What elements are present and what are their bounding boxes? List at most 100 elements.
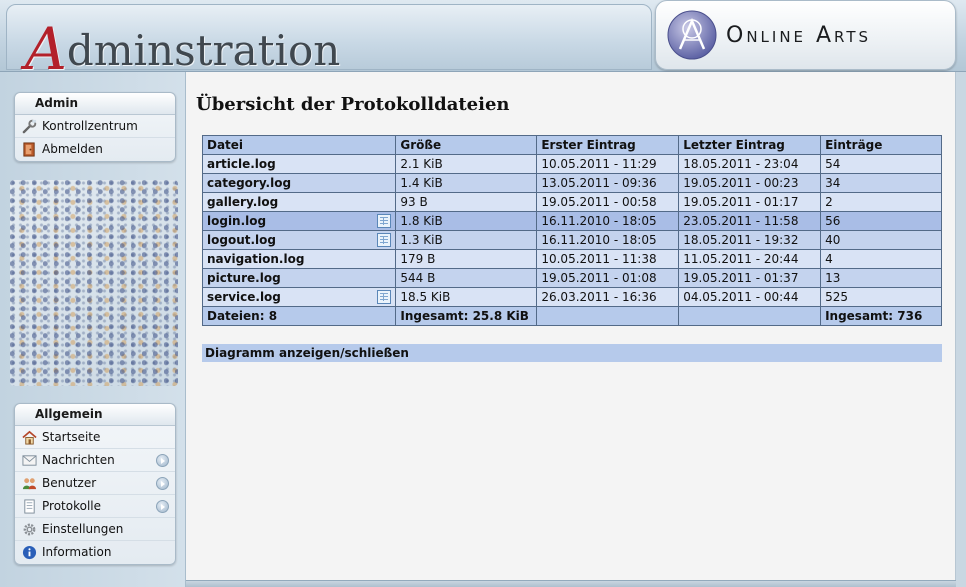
file-name[interactable]: gallery.log [201, 192, 397, 212]
admin-panel-title: Admin [15, 93, 175, 115]
last-entry: 19.05.2011 - 01:37 [678, 268, 822, 288]
file-name[interactable]: category.log [201, 173, 397, 193]
file-cell[interactable]: service.log [201, 287, 397, 307]
column-header-datei[interactable]: Datei [201, 135, 397, 155]
empty-cell [678, 306, 822, 326]
file-name[interactable]: article.log [201, 154, 397, 174]
admin-panel: Admin Kontrollzentrum Abmelden [14, 92, 176, 162]
entries-total: Ingesamt: 736 [820, 306, 942, 326]
first-entry: 10.05.2011 - 11:38 [536, 249, 680, 269]
column-header-eintraege[interactable]: Einträge [820, 135, 942, 155]
admin-title: Adminstration [25, 11, 340, 83]
sidebar-item-label: Nachrichten [42, 453, 115, 467]
entry-count: 54 [820, 154, 942, 174]
document-icon [24, 499, 35, 514]
sidebar-item-abmelden[interactable]: Abmelden [15, 138, 175, 161]
general-panel: Allgemein Startseite Nachrichten Benutze… [14, 403, 176, 565]
home-icon [22, 430, 37, 445]
wrench-icon [22, 119, 37, 134]
file-name: login.log [207, 214, 267, 228]
header-title-area: Adminstration [6, 4, 652, 83]
entry-count: 40 [820, 230, 942, 250]
file-name[interactable]: navigation.log [201, 249, 397, 269]
diagram-toggle-link[interactable]: Diagramm anzeigen/schließen [202, 344, 942, 362]
file-size: 93 B [395, 192, 538, 212]
last-entry: 23.05.2011 - 11:58 [678, 211, 822, 231]
main-content: Übersicht der Protokolldateien Datei Grö… [186, 72, 956, 582]
file-size: 2.1 KiB [395, 154, 538, 174]
online-arts-logo-icon [667, 10, 717, 60]
table-view-icon[interactable] [377, 290, 392, 304]
first-entry: 16.11.2010 - 18:05 [536, 211, 680, 231]
users-icon [22, 478, 37, 490]
last-entry: 19.05.2011 - 00:23 [678, 173, 822, 193]
table-view-icon[interactable] [377, 214, 392, 228]
sidebar-item-kontrollzentrum[interactable]: Kontrollzentrum [15, 115, 175, 138]
empty-cell [536, 306, 680, 326]
table-row[interactable]: logout.log 1.3 KiB 16.11.2010 - 18:05 18… [201, 230, 942, 250]
sidebar-item-nachrichten[interactable]: Nachrichten [15, 449, 175, 472]
arrow-right-icon[interactable] [156, 500, 169, 513]
file-size: 179 B [395, 249, 538, 269]
file-name: service.log [207, 290, 281, 304]
sidebar-item-label: Protokolle [42, 499, 101, 513]
file-cell[interactable]: login.log [201, 211, 397, 231]
log-files-table: Datei Größe Erster Eintrag Letzter Eintr… [201, 135, 942, 326]
table-row[interactable]: login.log 1.8 KiB 16.11.2010 - 18:05 23.… [201, 211, 942, 231]
decorative-image [10, 180, 178, 386]
info-icon [22, 545, 37, 560]
brand-box[interactable]: Online Arts [655, 0, 956, 70]
arrow-right-icon[interactable] [156, 477, 169, 490]
table-row[interactable]: picture.log 544 B 19.05.2011 - 01:08 19.… [201, 268, 942, 288]
arrow-right-icon[interactable] [156, 454, 169, 467]
entry-count: 13 [820, 268, 942, 288]
last-entry: 19.05.2011 - 01:17 [678, 192, 822, 212]
entry-count: 525 [820, 287, 942, 307]
brand-name: Online Arts [726, 23, 872, 48]
table-row[interactable]: gallery.log 93 B 19.05.2011 - 00:58 19.0… [201, 192, 942, 212]
file-size: 544 B [395, 268, 538, 288]
size-total: Ingesamt: 25.8 KiB [395, 306, 538, 326]
sidebar-item-label: Startseite [42, 430, 101, 444]
sidebar-item-einstellungen[interactable]: Einstellungen [15, 518, 175, 541]
files-total: Dateien: 8 [201, 306, 397, 326]
first-entry: 19.05.2011 - 01:08 [536, 268, 680, 288]
footer-strip [186, 580, 956, 587]
general-panel-title: Allgemein [15, 404, 175, 426]
column-header-groesse[interactable]: Größe [395, 135, 538, 155]
file-cell[interactable]: logout.log [201, 230, 397, 250]
sidebar-item-startseite[interactable]: Startseite [15, 426, 175, 449]
column-header-erster-eintrag[interactable]: Erster Eintrag [536, 135, 680, 155]
sidebar-item-label: Einstellungen [42, 522, 124, 536]
gear-icon [23, 523, 36, 536]
column-header-letzter-eintrag[interactable]: Letzter Eintrag [678, 135, 822, 155]
file-size: 1.3 KiB [395, 230, 538, 250]
sidebar-item-label: Information [42, 545, 112, 559]
sidebar-item-label: Kontrollzentrum [42, 119, 138, 133]
entry-count: 4 [820, 249, 942, 269]
first-entry: 19.05.2011 - 00:58 [536, 192, 680, 212]
mail-icon [22, 455, 37, 466]
sidebar-item-benutzer[interactable]: Benutzer [15, 472, 175, 495]
last-entry: 11.05.2011 - 20:44 [678, 249, 822, 269]
sidebar-item-label: Benutzer [42, 476, 97, 490]
sidebar-item-label: Abmelden [42, 142, 103, 156]
sidebar-item-information[interactable]: Information [15, 541, 175, 564]
file-size: 1.8 KiB [395, 211, 538, 231]
last-entry: 18.05.2011 - 23:04 [678, 154, 822, 174]
sidebar: Admin Kontrollzentrum Abmelden Allgemein [0, 72, 186, 587]
page-title: Übersicht der Protokolldateien [196, 94, 510, 115]
file-size: 18.5 KiB [395, 287, 538, 307]
file-name[interactable]: picture.log [201, 268, 397, 288]
table-view-icon[interactable] [377, 233, 392, 247]
last-entry: 18.05.2011 - 19:32 [678, 230, 822, 250]
table-row[interactable]: service.log 18.5 KiB 26.03.2011 - 16:36 … [201, 287, 942, 307]
first-entry: 26.03.2011 - 16:36 [536, 287, 680, 307]
title-rest: dminstration [66, 26, 341, 75]
first-entry: 13.05.2011 - 09:36 [536, 173, 680, 193]
table-row[interactable]: navigation.log 179 B 10.05.2011 - 11:38 … [201, 249, 942, 269]
table-row[interactable]: category.log 1.4 KiB 13.05.2011 - 09:36 … [201, 173, 942, 193]
table-row[interactable]: article.log 2.1 KiB 10.05.2011 - 11:29 1… [201, 154, 942, 174]
sidebar-item-protokolle[interactable]: Protokolle [15, 495, 175, 518]
entry-count: 2 [820, 192, 942, 212]
